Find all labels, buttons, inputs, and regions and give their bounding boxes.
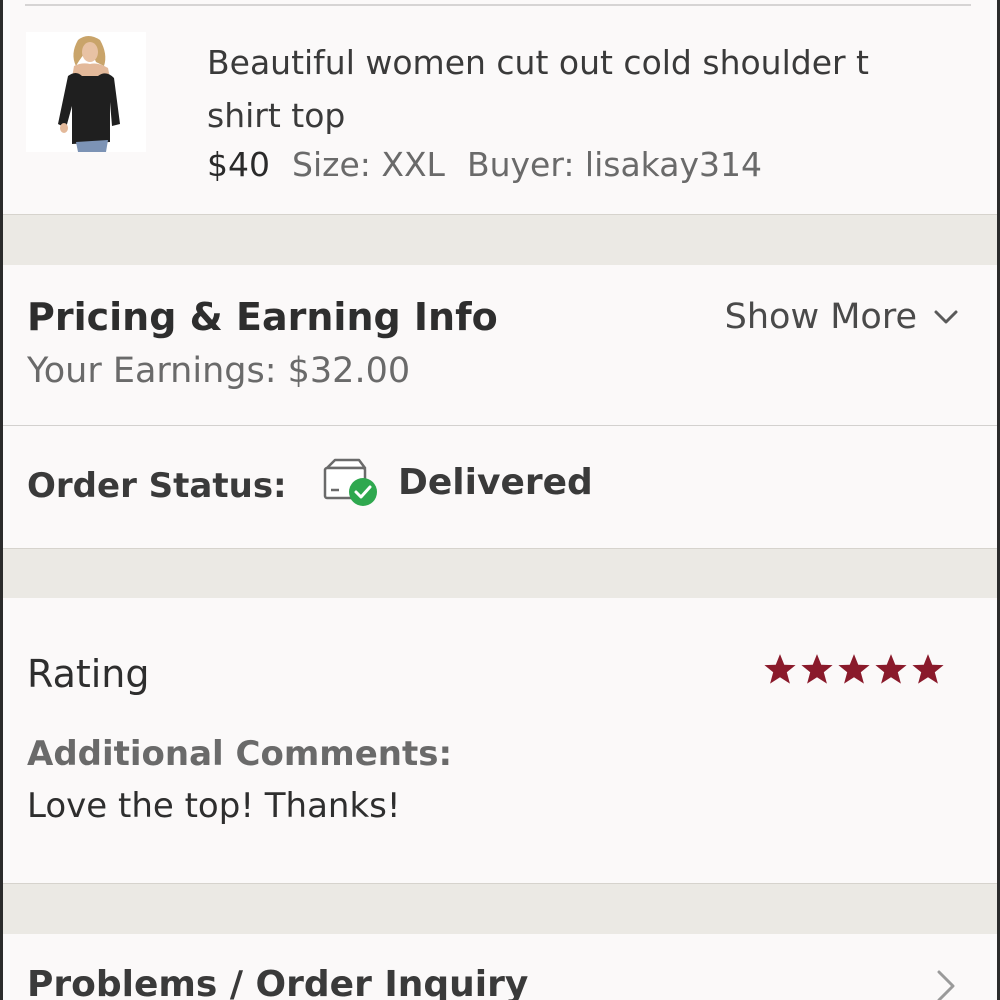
order-details-screen: Beautiful women cut out cold shoulder t … (0, 0, 1000, 1000)
section-separator (3, 214, 997, 266)
earnings-value: Your Earnings: $32.00 (27, 351, 411, 391)
product-meta: $40 Size: XXL Buyer: lisakay314 (207, 142, 762, 188)
additional-comments-text: Love the top! Thanks! (27, 786, 401, 826)
order-inquiry-label: Problems / Order Inquiry (27, 964, 529, 1000)
show-more-label: Show More (724, 297, 917, 337)
star-icon (875, 654, 907, 684)
order-status-label: Order Status: (27, 466, 287, 506)
star-icon (764, 654, 796, 684)
star-icon (838, 654, 870, 684)
rating-heading: Rating (27, 652, 150, 696)
product-price: $40 (207, 145, 270, 184)
product-summary[interactable]: Beautiful women cut out cold shoulder t … (3, 6, 997, 215)
pricing-section: Pricing & Earning Info Your Earnings: $3… (3, 265, 997, 426)
star-icon (801, 654, 833, 684)
delivered-box-icon (323, 458, 377, 506)
order-status-value: Delivered (398, 462, 593, 503)
additional-comments-label: Additional Comments: (27, 734, 453, 774)
product-thumbnail[interactable] (26, 32, 146, 152)
buyer-username[interactable]: Buyer: lisakay314 (467, 145, 762, 184)
section-separator (3, 883, 997, 935)
order-inquiry-row[interactable]: Problems / Order Inquiry (3, 934, 997, 1000)
chevron-right-icon (937, 970, 955, 1000)
product-title[interactable]: Beautiful women cut out cold shoulder t … (207, 36, 947, 142)
show-more-button[interactable]: Show More (725, 297, 961, 337)
chevron-down-icon (934, 310, 958, 324)
star-rating (760, 652, 945, 686)
rating-section: Rating Additional Comments: Love the top… (3, 598, 997, 883)
product-photo-icon (26, 32, 146, 152)
pricing-heading: Pricing & Earning Info (27, 295, 498, 339)
product-size: Size: XXL (292, 145, 445, 184)
order-status-section: Order Status: Delivered (3, 426, 997, 548)
section-separator (3, 548, 997, 600)
star-icon (912, 654, 944, 684)
